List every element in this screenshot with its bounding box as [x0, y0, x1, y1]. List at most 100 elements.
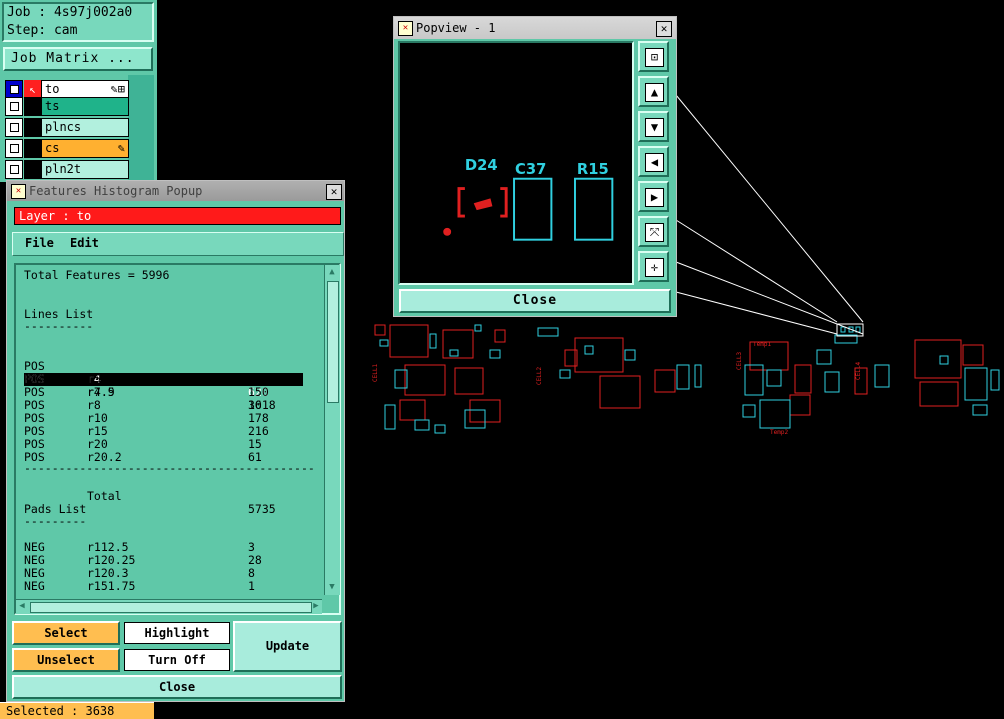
popview-title-bar[interactable]: ✕ Popview - 1 ✕	[394, 17, 676, 39]
lines-total-row: Total 5735	[87, 489, 276, 516]
list-item[interactable]: NEG r120.25 28	[24, 554, 322, 567]
fiducial-dot	[443, 227, 452, 236]
scroll-left-icon[interactable]: ◀	[16, 600, 28, 613]
pcb-label-cell2: CELL2	[536, 367, 543, 385]
list-item[interactable]: NEG r112.5 3	[24, 541, 322, 554]
pcb-label-cell3: CELL3	[736, 352, 743, 370]
zoom-in-icon: ✛	[645, 258, 664, 277]
job-name: Job : 4s97j002a0	[7, 5, 133, 20]
vertical-scrollbar[interactable]: ▲ ▼	[324, 265, 340, 595]
list-item[interactable]: NEG r151.75 1	[24, 580, 322, 593]
popview-window: ✕ Popview - 1 ✕ D24 C37 R15 ⊡ ▲ ▼ ◀ ▶ ⤧ …	[393, 16, 677, 317]
job-panel: Job : 4s97j002a0 Step: cam Job Matrix ..…	[0, 0, 157, 182]
layer-name[interactable]: ts	[41, 97, 129, 116]
app-x-icon: ✕	[11, 184, 26, 199]
histogram-title: Features Histogram Popup	[29, 184, 203, 198]
histogram-title-bar[interactable]: ✕ Features Histogram Popup ✕	[7, 181, 344, 201]
features-histogram-window: ✕ Features Histogram Popup ✕ Layer : to …	[6, 180, 345, 702]
job-info: Job : 4s97j002a0 Step: cam	[2, 2, 154, 42]
list-item[interactable]: POS r8 16	[24, 399, 322, 412]
layer-row-plncs[interactable]: plncs	[5, 118, 129, 137]
layer-select-checkbox[interactable]	[5, 97, 23, 116]
pcb-label-cell4: CELL4	[855, 362, 862, 380]
layer-name[interactable]: plncs	[41, 118, 129, 137]
list-item[interactable]: POS r4.5 3018	[24, 360, 322, 412]
lines-list-underline: ----------	[24, 319, 94, 333]
list-item[interactable]: POS r5 1461	[24, 373, 322, 386]
menu-bar: File Edit	[12, 232, 344, 256]
pan-down-button[interactable]: ▼	[638, 111, 669, 142]
zoom-out-button[interactable]: ⤧	[638, 216, 669, 247]
pads-list-underline: ---------	[24, 514, 87, 528]
zoom-fit-icon: ⊡	[645, 48, 664, 67]
popview-close-x-icon[interactable]: ✕	[656, 21, 672, 37]
horizontal-scrollbar[interactable]: ◀ ▶	[16, 599, 322, 614]
scroll-down-icon[interactable]: ▼	[326, 581, 338, 593]
pad-c37	[513, 177, 553, 241]
menu-edit[interactable]: Edit	[70, 236, 99, 250]
layer-name[interactable]: pln2t	[41, 160, 129, 179]
horizontal-scroll-thumb[interactable]	[30, 602, 312, 613]
zoom-in-button[interactable]: ✛	[638, 251, 669, 282]
layer-flag[interactable]	[24, 118, 41, 137]
layer-select-checkbox[interactable]	[5, 160, 23, 179]
list-item[interactable]: POS r4 620	[24, 347, 322, 399]
turn-off-button[interactable]: Turn Off	[124, 649, 230, 671]
selected-count-status: Selected : 3638	[0, 702, 154, 719]
pan-up-icon: ▲	[645, 83, 664, 102]
zoom-out-icon: ⤧	[645, 223, 664, 242]
select-button[interactable]: Select	[12, 621, 120, 645]
layer-select-checkbox[interactable]	[5, 139, 23, 158]
pad-r15	[574, 177, 614, 241]
layer-flag[interactable]	[24, 97, 41, 116]
unselect-button[interactable]: Unselect	[12, 648, 120, 672]
scroll-up-icon[interactable]: ▲	[326, 266, 338, 278]
update-button[interactable]: Update	[233, 621, 342, 672]
layer-row-pln2t[interactable]: pln2t	[5, 160, 129, 179]
pan-up-button[interactable]: ▲	[638, 76, 669, 107]
layer-indicator: Layer : to	[14, 207, 341, 225]
zoom-fit-button[interactable]: ⊡	[638, 41, 669, 72]
feature-list[interactable]: Total Features = 5996 Lines List -------…	[16, 265, 322, 593]
pan-left-icon: ◀	[645, 153, 664, 172]
popview-close-button[interactable]: Close	[399, 289, 671, 313]
ref-label-c37: C37	[515, 161, 546, 178]
edit-mark-icon: ✎⊞	[110, 82, 125, 96]
menu-file[interactable]: File	[25, 236, 54, 250]
job-matrix-button[interactable]: Job Matrix ...	[3, 47, 153, 71]
pan-left-button[interactable]: ◀	[638, 146, 669, 177]
list-item[interactable]: POS r10 178	[24, 412, 322, 425]
layer-name[interactable]: cs ✎	[41, 139, 129, 158]
pcb-label-cell1: CELL1	[372, 364, 379, 382]
layer-row-ts[interactable]: ts	[5, 97, 129, 116]
list-item[interactable]: POS r20 15	[24, 438, 322, 451]
vertical-scroll-thumb[interactable]	[327, 281, 339, 403]
scroll-right-icon[interactable]: ▶	[310, 600, 322, 613]
highlight-button[interactable]: Highlight	[124, 622, 230, 644]
feature-list-frame: Total Features = 5996 Lines List -------…	[14, 263, 341, 615]
lines-separator: ----------------------------------------…	[24, 461, 315, 475]
total-features-line: Total Features = 5996	[24, 268, 170, 282]
ref-label-d24: D24	[465, 157, 498, 174]
list-item[interactable]: POS r7.9 150	[24, 386, 322, 399]
popview-toolbar: ⊡ ▲ ▼ ◀ ▶ ⤧ ✛	[637, 41, 671, 287]
pcb-label-temp1: Temp1	[753, 341, 771, 348]
app-x-icon: ✕	[398, 21, 413, 36]
step-name: Step: cam	[7, 23, 78, 38]
layer-list-scroll-strip[interactable]	[128, 75, 154, 182]
pan-down-icon: ▼	[645, 118, 664, 137]
layer-flag[interactable]	[24, 139, 41, 158]
layer-select-checkbox[interactable]	[5, 118, 23, 137]
histogram-close-button[interactable]: Close	[12, 675, 342, 699]
edit-mark-icon: ✎	[117, 141, 125, 155]
popview-title: Popview - 1	[416, 21, 496, 35]
list-item[interactable]: NEG r120.3 8	[24, 567, 322, 580]
layer-flag[interactable]	[24, 160, 41, 179]
popview-graphic-area[interactable]: D24 C37 R15	[398, 41, 634, 285]
layer-row-cs[interactable]: cs ✎	[5, 139, 129, 158]
pcb-canvas[interactable]: CELL1 CELL2 CELL3 CELL4 Temp1 Temp2	[355, 310, 1004, 450]
list-item[interactable]: POS r15 216	[24, 425, 322, 438]
pan-right-icon: ▶	[645, 188, 664, 207]
pan-right-button[interactable]: ▶	[638, 181, 669, 212]
histogram-close-x-icon[interactable]: ✕	[326, 184, 342, 200]
